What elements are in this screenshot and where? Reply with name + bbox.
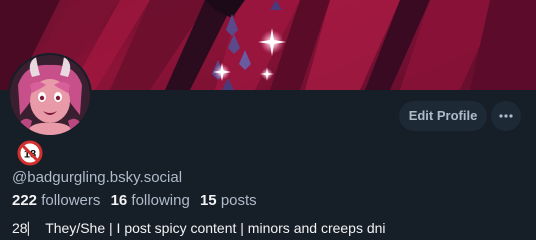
profile-handle: @badgurgling.bsky.social (12, 169, 183, 186)
more-options-button[interactable] (491, 101, 521, 131)
avatar[interactable] (8, 53, 92, 137)
no-under-18-icon: 18 (17, 140, 43, 166)
profile-stats: 222 followers 16 following 15 posts (12, 192, 257, 209)
following-count: 16 (110, 192, 128, 209)
following-link[interactable]: 16 following (111, 192, 190, 209)
more-horizontal-icon (499, 114, 513, 118)
profile-bio: 28⎸ They/She | I post spicy content | mi… (12, 220, 386, 236)
edit-profile-label: Edit Profile (408, 108, 478, 123)
posts-stat: 15 posts (200, 192, 257, 209)
followers-link[interactable]: 222 followers (12, 192, 100, 209)
followers-label: followers (41, 192, 101, 209)
following-label: following (131, 192, 190, 209)
followers-count: 222 (12, 192, 38, 209)
posts-label: posts (220, 192, 257, 209)
avatar-image (10, 55, 90, 135)
profile-page: Edit Profile 18 @badgurgling.bsky.social… (0, 0, 536, 240)
posts-count: 15 (199, 192, 217, 209)
edit-profile-button[interactable]: Edit Profile (399, 101, 487, 131)
